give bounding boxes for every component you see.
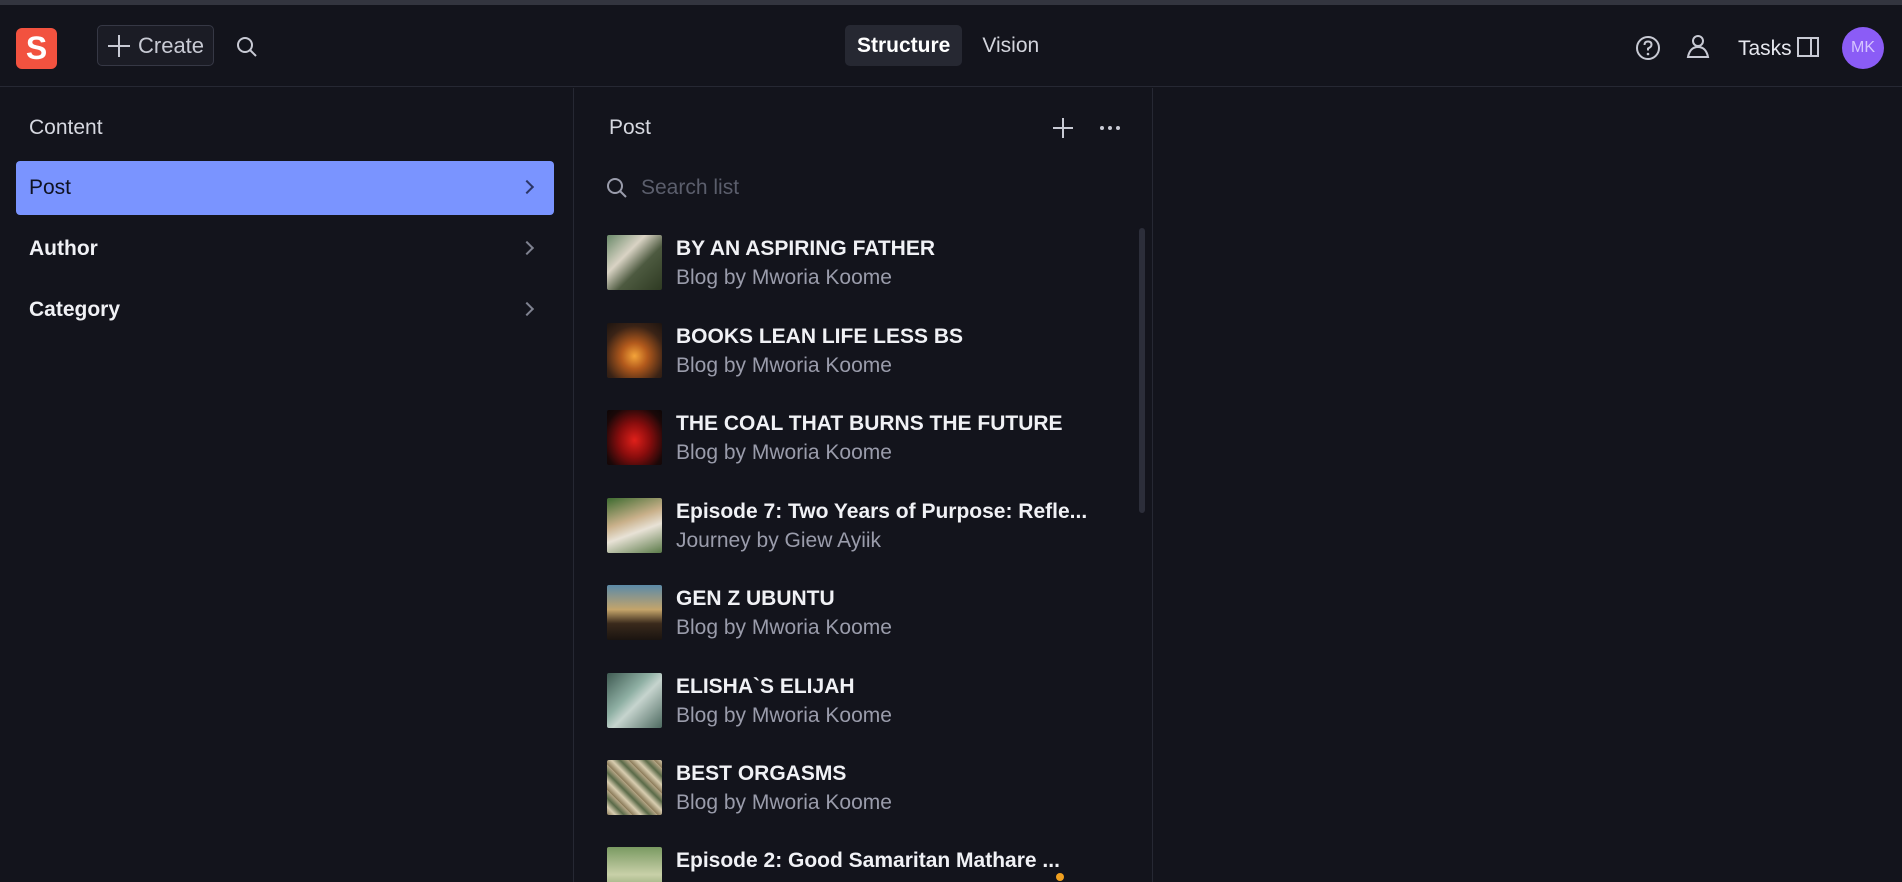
global-search-button[interactable]: [232, 32, 262, 62]
help-icon: [1636, 36, 1660, 60]
content-item-label: Post: [29, 176, 72, 199]
list-item[interactable]: GEN Z UBUNTU Blog by Mworia Koome: [607, 585, 1127, 655]
content-item-label: Category: [29, 298, 121, 321]
search-icon: [607, 178, 627, 198]
avatar[interactable]: MK: [1842, 27, 1884, 69]
content-pane: Content Post Author Category: [0, 88, 574, 882]
post-title: Episode 2: Good Samaritan Mathare ...: [676, 849, 1060, 872]
list-item[interactable]: Episode 7: Two Years of Purpose: Refle..…: [607, 498, 1127, 568]
document-pane-empty: [1154, 88, 1902, 882]
post-title: THE COAL THAT BURNS THE FUTURE: [676, 412, 1063, 435]
workspace-tabs: Structure Vision: [845, 25, 1051, 66]
content-item-author[interactable]: Author: [16, 222, 554, 276]
post-thumbnail: [607, 235, 662, 290]
post-list-pane: Post BY AN ASPIRING FATHER: [575, 88, 1153, 882]
post-title: ELISHA`S ELIJAH: [676, 675, 855, 698]
list-item[interactable]: THE COAL THAT BURNS THE FUTURE Blog by M…: [607, 410, 1127, 480]
post-thumbnail: [607, 673, 662, 728]
toggle-panel-button[interactable]: [1795, 34, 1821, 60]
post-subtitle: Blog by Mworia Koome: [676, 616, 892, 639]
post-pane-title: Post: [609, 116, 652, 139]
panel-icon: [1797, 37, 1819, 57]
post-title: Episode 7: Two Years of Purpose: Refle..…: [676, 500, 1088, 523]
tab-vision[interactable]: Vision: [970, 25, 1051, 66]
people-icon: [1686, 35, 1710, 58]
chevron-right-icon: [519, 179, 535, 195]
post-subtitle: Blog by Mworia Koome: [676, 354, 892, 377]
post-subtitle: Blog by Mworia Koome: [676, 704, 892, 727]
post-title: GEN Z UBUNTU: [676, 587, 835, 610]
create-button[interactable]: Create: [97, 25, 214, 66]
post-thumbnail: [607, 847, 662, 882]
post-subtitle: Blog by Mworia Koome: [676, 441, 892, 464]
search-icon: [237, 37, 257, 57]
chevron-right-icon: [519, 301, 535, 317]
list-scrollbar[interactable]: [1139, 228, 1145, 513]
list-item[interactable]: BOOKS LEAN LIFE LESS BS Blog by Mworia K…: [607, 323, 1127, 393]
presence-button[interactable]: [1683, 32, 1713, 62]
content-item-category[interactable]: Category: [16, 283, 554, 337]
unpublished-status-dot: [1056, 873, 1064, 881]
post-title: BY AN ASPIRING FATHER: [676, 237, 936, 260]
list-item[interactable]: BEST ORGASMS Blog by Mworia Koome: [607, 760, 1127, 830]
post-subtitle: Blog by Mworia Koome: [676, 266, 892, 289]
plus-icon: [108, 34, 130, 57]
post-thumbnail: [607, 760, 662, 815]
post-thumbnail: [607, 410, 662, 465]
post-thumbnail: [607, 323, 662, 378]
post-title: BOOKS LEAN LIFE LESS BS: [676, 325, 964, 348]
top-navbar: S Create Structure Vision Tasks MK: [0, 5, 1902, 87]
post-title: BEST ORGASMS: [676, 762, 847, 785]
chevron-right-icon: [519, 240, 535, 256]
ellipsis-icon: [1100, 126, 1120, 130]
content-item-post[interactable]: Post: [16, 161, 554, 215]
content-item-label: Author: [29, 237, 98, 260]
create-label: Create: [138, 32, 205, 58]
post-thumbnail: [607, 585, 662, 640]
studio-app: S Create Structure Vision Tasks MK Conte…: [0, 0, 1902, 882]
more-options-button[interactable]: [1097, 115, 1123, 141]
list-item[interactable]: BY AN ASPIRING FATHER Blog by Mworia Koo…: [607, 235, 1127, 305]
list-search: [605, 168, 1101, 208]
tab-structure[interactable]: Structure: [845, 25, 963, 66]
list-item[interactable]: Episode 2: Good Samaritan Mathare ...: [607, 847, 1127, 882]
help-button[interactable]: [1634, 34, 1662, 62]
tasks-button[interactable]: Tasks: [1738, 37, 1792, 61]
post-subtitle: Journey by Giew Ayiik: [676, 529, 882, 552]
list-item[interactable]: ELISHA`S ELIJAH Blog by Mworia Koome: [607, 673, 1127, 743]
post-subtitle: Blog by Mworia Koome: [676, 791, 892, 814]
plus-icon: [1053, 118, 1073, 138]
search-list-input[interactable]: [641, 170, 1101, 206]
post-thumbnail: [607, 498, 662, 553]
content-pane-title: Content: [29, 116, 103, 139]
sanity-logo[interactable]: S: [16, 28, 57, 69]
add-document-button[interactable]: [1050, 115, 1076, 141]
